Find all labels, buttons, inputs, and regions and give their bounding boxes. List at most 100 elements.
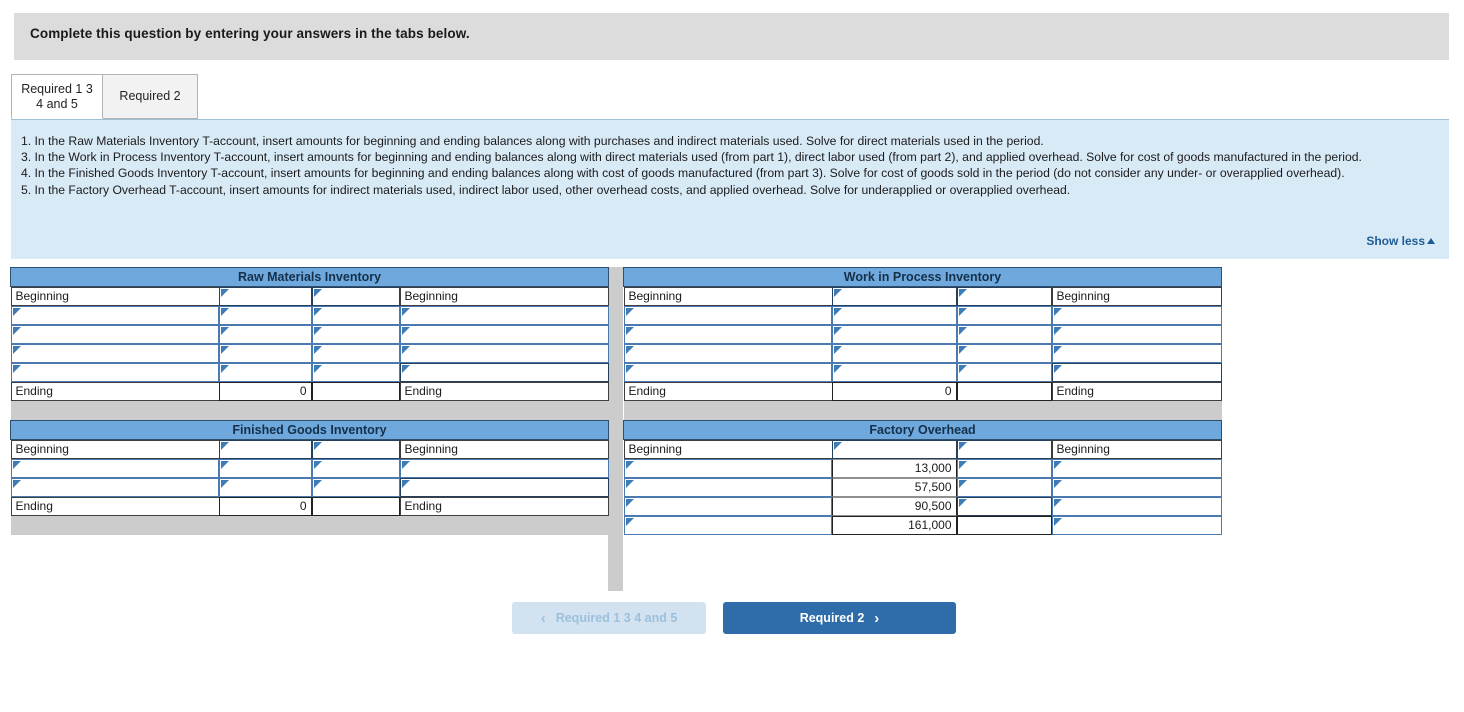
right-label-input[interactable] — [399, 458, 609, 478]
flag-icon — [220, 308, 229, 316]
row-label-right: Beginning — [1051, 287, 1222, 306]
credit-input[interactable] — [956, 458, 1052, 478]
right-label-input[interactable] — [399, 363, 609, 382]
credit-input[interactable] — [311, 458, 400, 478]
factory-overhead-title: Factory Overhead — [622, 419, 1223, 440]
flag-icon — [1053, 327, 1062, 335]
instructions-text: 1. In the Raw Materials Inventory T-acco… — [21, 133, 1440, 198]
left-label-input[interactable] — [10, 458, 219, 478]
right-label-input[interactable] — [1051, 325, 1222, 344]
left-label-input[interactable] — [10, 363, 219, 382]
left-label-input[interactable] — [623, 477, 832, 497]
tab-required-1-3-4-and-5[interactable]: Required 1 3 4 and 5 — [11, 74, 103, 119]
right-label-input[interactable] — [1051, 458, 1222, 478]
credit-input[interactable] — [956, 306, 1052, 325]
flag-icon — [833, 289, 842, 297]
tab-strip: Required 1 3 4 and 5 Required 2 — [11, 74, 1449, 120]
credit-input[interactable] — [956, 496, 1052, 516]
show-less-link[interactable]: Show less — [1366, 234, 1435, 248]
right-label-input[interactable] — [1051, 306, 1222, 325]
next-required-button[interactable]: Required 2 › — [723, 602, 956, 634]
left-label-input[interactable] — [10, 344, 219, 363]
work-in-process-title: Work in Process Inventory — [622, 267, 1223, 287]
ending-debit-value: 0 — [831, 382, 957, 401]
credit-input[interactable] — [956, 363, 1052, 382]
flag-icon — [625, 517, 634, 526]
tab-label: Required 1 3 4 and 5 — [21, 81, 93, 111]
debit-input[interactable] — [218, 344, 312, 363]
right-label-input[interactable] — [399, 477, 609, 497]
flag-icon — [958, 346, 967, 354]
flag-icon — [12, 365, 21, 373]
flag-icon — [958, 289, 967, 297]
right-label-input[interactable] — [1051, 344, 1222, 363]
debit-value: 13,000 — [831, 458, 957, 478]
debit-input[interactable] — [831, 344, 957, 363]
table-row: Beginning Beginning — [10, 439, 609, 459]
credit-input[interactable] — [956, 439, 1052, 459]
debit-input[interactable] — [831, 306, 957, 325]
flag-icon — [313, 289, 322, 297]
left-label-input[interactable] — [10, 477, 219, 497]
table-spacer — [10, 515, 609, 535]
left-label-input[interactable] — [623, 363, 832, 382]
right-label-input[interactable] — [1051, 363, 1222, 382]
left-label-input[interactable] — [623, 515, 832, 535]
credit-input[interactable] — [311, 306, 400, 325]
left-label-input[interactable] — [623, 458, 832, 478]
credit-input[interactable] — [311, 325, 400, 344]
flag-icon — [12, 460, 21, 469]
table-row-ending: Ending 0 Ending — [10, 496, 609, 516]
raw-materials-title: Raw Materials Inventory — [9, 267, 610, 287]
debit-value: 161,000 — [831, 515, 957, 535]
previous-required-button[interactable]: ‹ Required 1 3 4 and 5 — [512, 602, 706, 634]
debit-input[interactable] — [831, 439, 957, 459]
debit-input[interactable] — [218, 306, 312, 325]
credit-input[interactable] — [311, 287, 400, 306]
left-label-input[interactable] — [10, 325, 219, 344]
left-label-input[interactable] — [10, 306, 219, 325]
flag-icon — [220, 289, 229, 297]
debit-input[interactable] — [218, 287, 312, 306]
debit-input[interactable] — [218, 477, 312, 497]
debit-input[interactable] — [218, 458, 312, 478]
caret-up-icon — [1427, 238, 1435, 244]
right-label-input[interactable] — [399, 344, 609, 363]
table-row: 57,500 — [623, 477, 1222, 497]
credit-input[interactable] — [311, 477, 400, 497]
credit-input[interactable] — [956, 477, 1052, 497]
right-label-input[interactable] — [1051, 477, 1222, 497]
left-label-input[interactable] — [623, 306, 832, 325]
right-label-input[interactable] — [399, 306, 609, 325]
debit-input[interactable] — [831, 287, 957, 306]
left-label-input[interactable] — [623, 325, 832, 344]
debit-input[interactable] — [218, 325, 312, 344]
credit-input[interactable] — [956, 344, 1052, 363]
left-label-input[interactable] — [623, 344, 832, 363]
credit-input[interactable] — [956, 325, 1052, 344]
debit-input[interactable] — [831, 325, 957, 344]
table-row: 90,500 — [623, 496, 1222, 516]
flag-icon — [220, 460, 229, 469]
flag-icon — [958, 308, 967, 316]
flag-icon — [833, 346, 842, 354]
credit-input[interactable] — [311, 439, 400, 459]
credit-input[interactable] — [956, 287, 1052, 306]
debit-input[interactable] — [218, 439, 312, 459]
flag-icon — [625, 460, 634, 469]
debit-input[interactable] — [218, 363, 312, 382]
flag-icon — [958, 479, 967, 488]
right-label-input[interactable] — [1051, 496, 1222, 516]
credit-input[interactable] — [311, 363, 400, 382]
right-label-input[interactable] — [399, 325, 609, 344]
right-label-input[interactable] — [1051, 515, 1222, 535]
debit-input[interactable] — [831, 363, 957, 382]
credit-input[interactable] — [311, 344, 400, 363]
debit-value: 90,500 — [831, 496, 957, 516]
tab-required-2[interactable]: Required 2 — [103, 74, 198, 119]
flag-icon — [401, 460, 410, 469]
table-row — [10, 363, 609, 382]
table-row — [10, 325, 609, 344]
left-label-input[interactable] — [623, 496, 832, 516]
flag-icon — [1053, 517, 1062, 526]
